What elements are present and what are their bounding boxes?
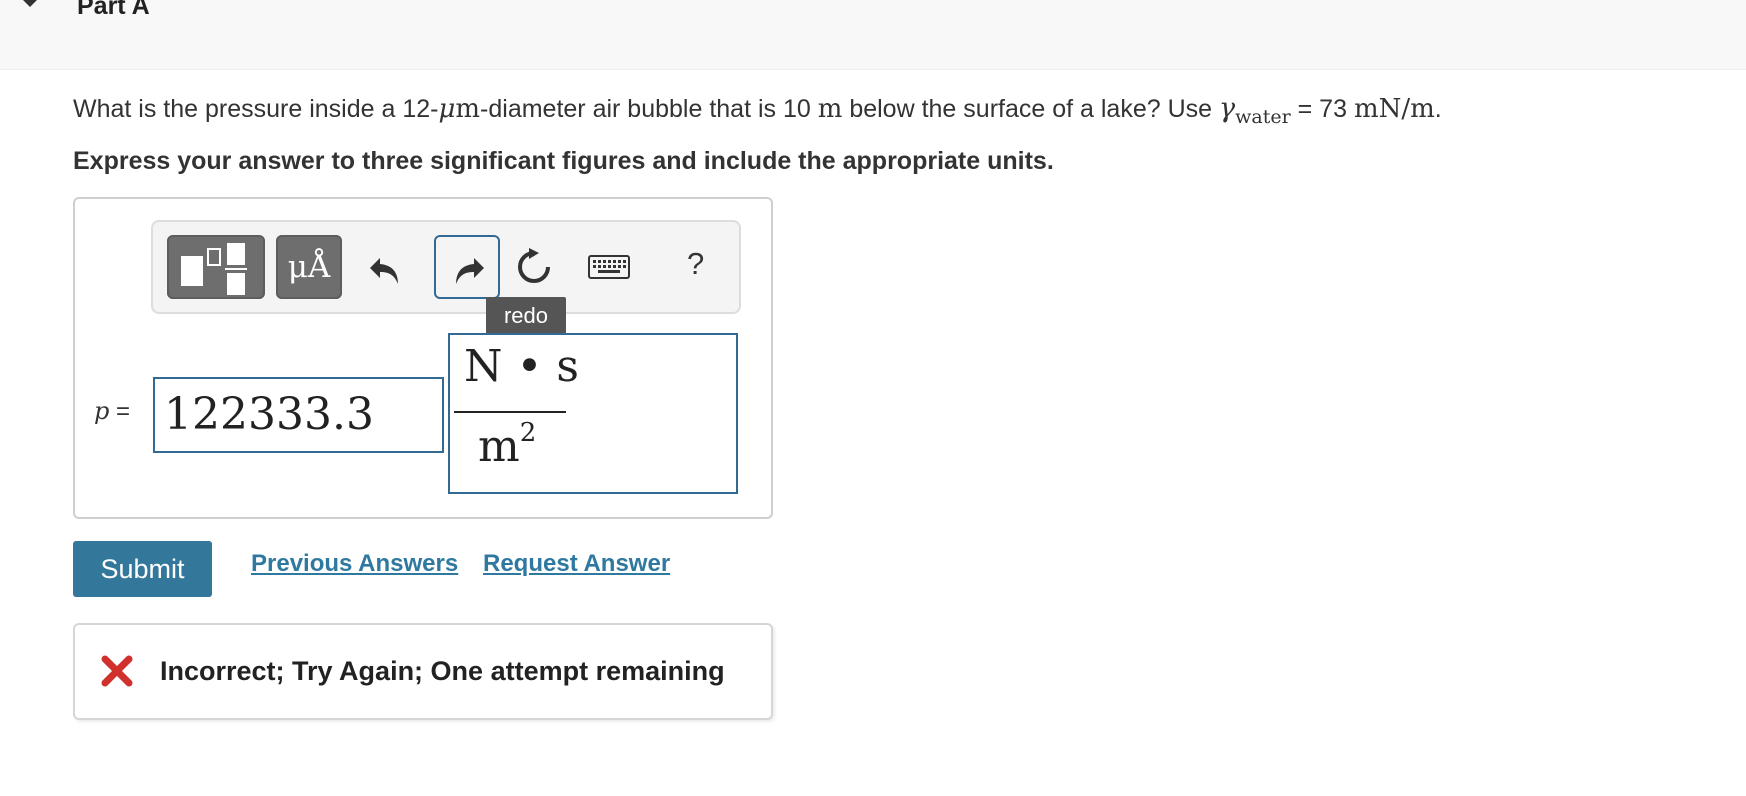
redo-tooltip: redo [486, 297, 566, 334]
submit-button[interactable]: Submit [73, 541, 212, 597]
question-text-1: What is the pressure inside a 12- [73, 95, 439, 123]
question-text-5: . [1434, 95, 1442, 123]
question-text-4: = 73 [1290, 95, 1354, 123]
unit-numerator: N • s [464, 341, 580, 392]
tension-unit: mN/m [1353, 94, 1435, 124]
micrometer-unit: μm [438, 94, 481, 124]
question-text-3: below the surface of a lake? Use [842, 95, 1219, 123]
help-button[interactable]: ? [687, 246, 704, 282]
templates-button[interactable] [167, 235, 265, 299]
keyboard-icon[interactable] [588, 254, 630, 280]
units-button[interactable]: μÅ [276, 235, 342, 299]
question-text: What is the pressure inside a 12-μm-diam… [73, 93, 1442, 128]
feedback-box: Incorrect; Try Again; One attempt remain… [73, 623, 773, 720]
redo-icon [456, 258, 484, 284]
part-header[interactable]: Part A [0, 0, 1746, 70]
gamma-subscript: water [1235, 106, 1291, 128]
value-input[interactable]: 122333.3 [153, 377, 444, 453]
previous-answers-link[interactable]: Previous Answers [251, 550, 458, 578]
unit-exponent: 2 [519, 418, 537, 449]
math-toolbar: μÅ ? [151, 220, 741, 314]
x-icon [101, 655, 133, 687]
gamma-symbol: γ [1218, 93, 1236, 124]
feedback-text: Incorrect; Try Again; One attempt remain… [160, 656, 725, 686]
answer-label: p = [94, 397, 131, 425]
part-title: Part A [77, 0, 150, 20]
request-answer-link[interactable]: Request Answer [483, 550, 670, 578]
depth-unit: m [817, 94, 843, 124]
chevron-down-icon[interactable] [19, 0, 41, 7]
unit-denominator: m2 [478, 418, 537, 472]
fraction-bar [454, 411, 566, 413]
instruction-text: Express your answer to three significant… [73, 147, 1054, 175]
redo-button[interactable] [434, 235, 500, 299]
unit-input[interactable]: N • s m2 [448, 333, 738, 494]
undo-icon[interactable] [368, 252, 406, 290]
reset-icon[interactable] [515, 248, 553, 286]
question-text-2: -diameter air bubble that is 10 [480, 95, 818, 123]
